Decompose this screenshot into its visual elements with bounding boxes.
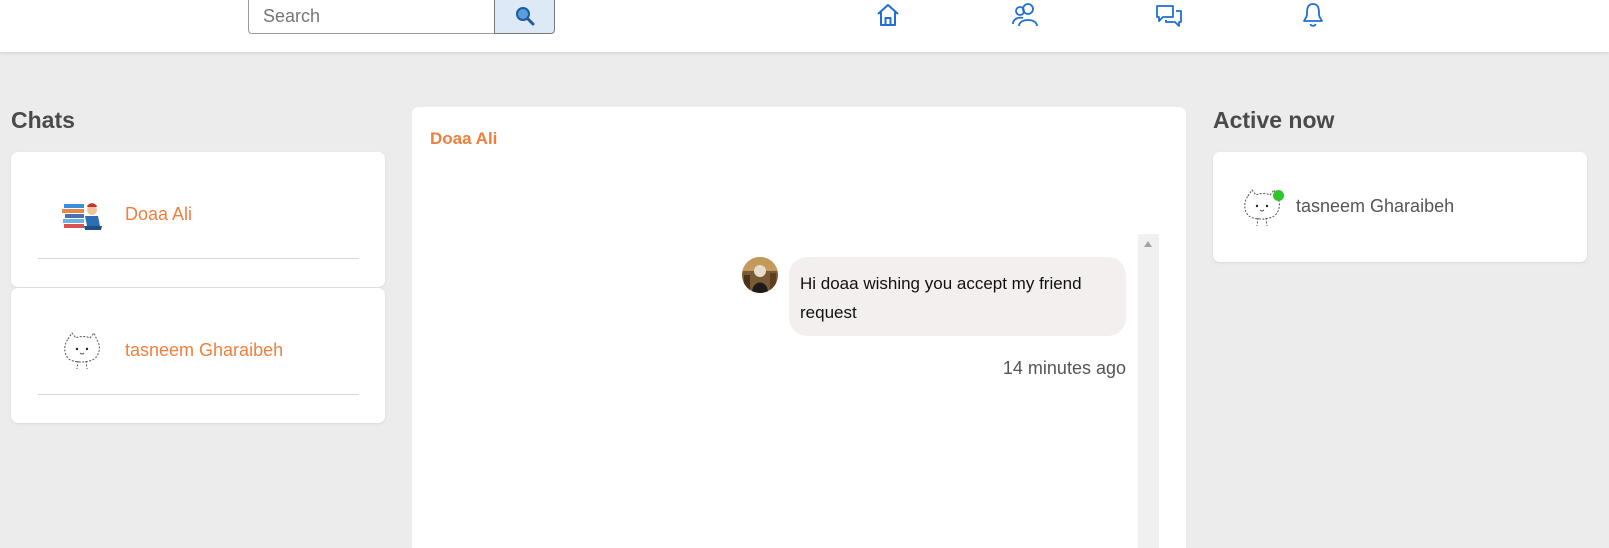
search-button[interactable] xyxy=(494,0,555,34)
message-bubble: Hi doaa wishing you accept my friend req… xyxy=(789,257,1126,336)
home-icon[interactable] xyxy=(873,0,903,30)
active-user-tasneem-gharaibeh[interactable]: tasneem Gharaibeh xyxy=(1213,152,1587,262)
scrollbar[interactable] xyxy=(1138,234,1159,548)
chat-item-doaa-ali[interactable]: Doaa Ali xyxy=(11,152,385,287)
avatar xyxy=(57,191,107,241)
chat-item-name: Doaa Ali xyxy=(125,204,193,224)
conversation-panel: Doaa Ali Hi doaa wishing you accept my f… xyxy=(412,107,1186,548)
scroll-up-arrow-icon[interactable] xyxy=(1144,241,1152,247)
chats-title: Chats xyxy=(11,107,75,133)
notifications-icon[interactable] xyxy=(1298,0,1328,30)
top-navbar xyxy=(0,0,1609,52)
search-icon xyxy=(515,7,534,26)
message-avatar xyxy=(742,257,778,293)
active-now-title: Active now xyxy=(1213,107,1335,133)
online-status-dot xyxy=(1273,190,1284,201)
avatar xyxy=(57,327,107,377)
divider xyxy=(38,258,359,259)
search-input[interactable] xyxy=(248,0,495,34)
messages-icon[interactable] xyxy=(1154,0,1184,30)
active-user-name: tasneem Gharaibeh xyxy=(1296,196,1455,216)
divider xyxy=(38,394,359,395)
chat-item-name: tasneem Gharaibeh xyxy=(125,340,284,360)
conversation-title: Doaa Ali xyxy=(430,129,498,148)
message-timestamp: 14 minutes ago xyxy=(1002,358,1126,378)
friends-icon[interactable] xyxy=(1010,0,1040,30)
chat-item-tasneem-gharaibeh[interactable]: tasneem Gharaibeh xyxy=(11,288,385,423)
